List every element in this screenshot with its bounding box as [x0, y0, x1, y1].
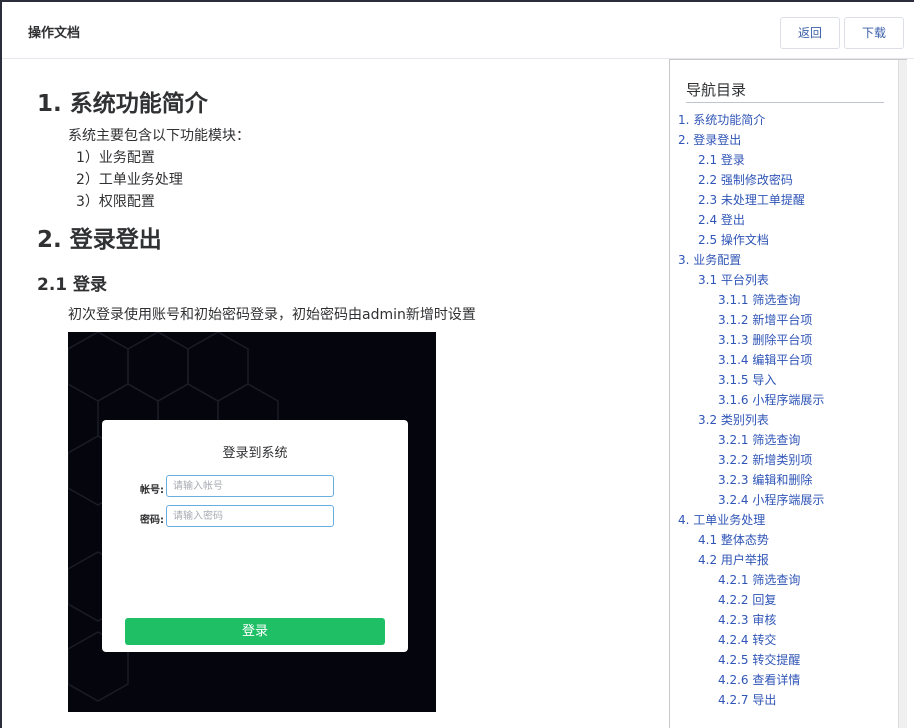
- account-label: 帐号:: [140, 485, 164, 496]
- nav-title: 导航目录: [686, 79, 884, 103]
- nav-item[interactable]: 2.2 强制修改密码: [698, 171, 793, 188]
- nav-item[interactable]: 3.1.3 删除平台项: [718, 331, 812, 348]
- page-title: 操作文档: [28, 26, 81, 41]
- nav-item[interactable]: 3.2.4 小程序端展示: [718, 491, 824, 508]
- nav-item[interactable]: 4.2.7 导出: [718, 691, 776, 708]
- nav-item[interactable]: 1. 系统功能简介: [678, 111, 765, 128]
- nav-item[interactable]: 4.2.4 转交: [718, 631, 776, 648]
- nav-item[interactable]: 2. 登录登出: [678, 131, 741, 148]
- nav-item[interactable]: 3.1.1 筛选查询: [718, 291, 800, 308]
- heading-system-intro: 1. 系统功能简介: [37, 91, 208, 117]
- module-item-1: 1）业务配置: [76, 150, 155, 166]
- nav-item[interactable]: 3.2 类别列表: [698, 411, 769, 428]
- intro-text: 系统主要包含以下功能模块：: [68, 128, 250, 144]
- nav-item[interactable]: 3.1.5 导入: [718, 371, 776, 388]
- login-screenshot-image: 登录到系统 帐号: 密码: 登录: [68, 332, 436, 712]
- nav-item[interactable]: 3.2.1 筛选查询: [718, 431, 800, 448]
- login-card: 登录到系统 帐号: 密码: 登录: [102, 420, 408, 652]
- nav-item[interactable]: 4.2.5 转交提醒: [718, 651, 800, 668]
- nav-item[interactable]: 4.2.2 回复: [718, 591, 776, 608]
- header-bar: 操作文档 返回 下载: [2, 2, 914, 59]
- account-input: [166, 475, 334, 497]
- heading-login: 2.1 登录: [37, 275, 108, 295]
- download-button[interactable]: 下载: [844, 17, 904, 49]
- nav-item[interactable]: 3.1.4 编辑平台项: [718, 351, 812, 368]
- nav-item[interactable]: 3. 业务配置: [678, 251, 741, 268]
- nav-item[interactable]: 3.1.6 小程序端展示: [718, 391, 824, 408]
- navigation-panel: 导航目录 1. 系统功能简介 2. 登录登出 2.1 登录 2.2 强制修改密码 2.3…: [669, 59, 907, 728]
- login-title: 登录到系统: [222, 446, 288, 461]
- nav-item[interactable]: 4.2.1 筛选查询: [718, 571, 800, 588]
- nav-item[interactable]: 3.1 平台列表: [698, 271, 769, 288]
- nav-item[interactable]: 4. 工单业务处理: [678, 511, 765, 528]
- nav-item[interactable]: 2.3 未处理工单提醒: [698, 191, 805, 208]
- login-button: 登录: [125, 618, 385, 645]
- nav-item[interactable]: 4.2 用户举报: [698, 551, 769, 568]
- module-item-3: 3）权限配置: [76, 194, 155, 210]
- module-item-2: 2）工单业务处理: [76, 172, 183, 188]
- nav-item[interactable]: 2.4 登出: [698, 211, 745, 228]
- login-description: 初次登录使用账号和初始密码登录，初始密码由admin新增时设置: [68, 307, 476, 323]
- nav-item[interactable]: 4.2.6 查看详情: [718, 671, 800, 688]
- nav-scrollbar[interactable]: [898, 60, 907, 728]
- nav-item[interactable]: 3.2.3 编辑和删除: [718, 471, 812, 488]
- nav-item[interactable]: 4.2.3 审核: [718, 611, 776, 628]
- nav-item[interactable]: 2.5 操作文档: [698, 231, 769, 248]
- nav-item[interactable]: 4.1 整体态势: [698, 531, 769, 548]
- nav-item[interactable]: 3.2.2 新增类别项: [718, 451, 812, 468]
- password-label: 密码:: [140, 515, 164, 526]
- heading-login-logout: 2. 登录登出: [37, 227, 162, 253]
- nav-item[interactable]: 2.1 登录: [698, 151, 745, 168]
- document-content: 1. 系统功能简介 系统主要包含以下功能模块： 1）业务配置 2）工单业务处理 …: [0, 59, 668, 728]
- password-input: [166, 505, 334, 527]
- nav-item[interactable]: 3.1.2 新增平台项: [718, 311, 812, 328]
- back-button[interactable]: 返回: [780, 17, 840, 49]
